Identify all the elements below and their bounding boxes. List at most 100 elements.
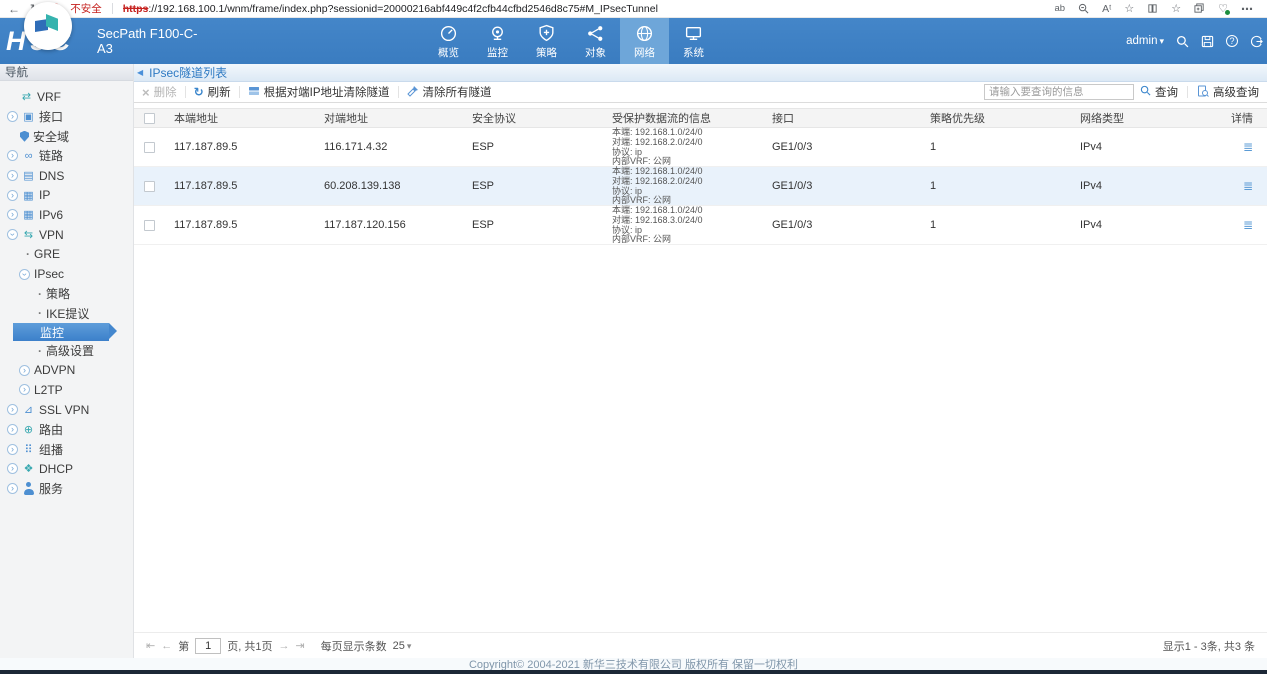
col-security-protocol[interactable]: 安全协议 (464, 110, 604, 126)
search-input[interactable] (984, 84, 1134, 100)
table-row[interactable]: 117.187.89.5 60.208.139.138 ESP 本端: 192.… (134, 167, 1267, 206)
expand-icon[interactable] (7, 424, 18, 435)
per-page-dropdown[interactable]: 25 (393, 640, 412, 652)
collections-icon[interactable] (1194, 3, 1205, 14)
sidebar-item-vrf[interactable]: VRF (0, 87, 133, 107)
tab-overview[interactable]: 概览 (424, 18, 473, 64)
expand-icon[interactable] (7, 483, 18, 494)
advanced-query-button[interactable]: 高级查询 (1197, 84, 1259, 100)
tab-network[interactable]: 网络 (620, 18, 669, 64)
expand-icon[interactable] (7, 190, 18, 201)
sidebar-item-dhcp[interactable]: DHCP (0, 459, 133, 479)
collapse-icon[interactable] (19, 269, 30, 280)
local-address: 117.187.89.5 (166, 180, 316, 192)
device-title: SecPath F100-C-A3 (97, 26, 209, 56)
col-policy-priority[interactable]: 策略优先级 (922, 110, 1072, 126)
sidebar-item-policy[interactable]: 策略 (0, 284, 133, 304)
sidebar-item-security-zone[interactable]: 安全域 (0, 126, 133, 146)
logout-icon[interactable] (1250, 35, 1263, 48)
expand-icon[interactable] (7, 150, 18, 161)
col-interface[interactable]: 接口 (764, 110, 922, 126)
browser-essentials-icon[interactable] (1218, 2, 1228, 15)
sidebar-item-advpn[interactable]: ADVPN (0, 360, 133, 380)
tab-system[interactable]: 系统 (669, 18, 718, 64)
details-icon[interactable] (1243, 140, 1253, 154)
browser-back-icon[interactable] (8, 2, 20, 16)
expand-icon[interactable] (19, 384, 30, 395)
table-row[interactable]: 117.187.89.5 117.187.120.156 ESP 本端: 192… (134, 206, 1267, 245)
refresh-button[interactable]: 刷新 (194, 84, 231, 100)
divider (239, 86, 240, 98)
address-bar[interactable]: https://192.168.100.1/wnm/frame/index.ph… (123, 3, 1045, 15)
favorites-bar-icon[interactable] (1171, 2, 1181, 15)
first-page-icon[interactable]: ⇤ (146, 639, 155, 652)
row-checkbox[interactable] (144, 142, 155, 153)
col-protected-flow[interactable]: 受保护数据流的信息 (604, 110, 764, 126)
app-header: H3C SecPath F100-C-A3 概览 监控 策略 对象 网络 系统 … (0, 18, 1267, 64)
favorites-icon[interactable] (1124, 2, 1134, 15)
expand-icon[interactable] (7, 444, 18, 455)
sidebar-item-advanced-settings[interactable]: 高级设置 (0, 341, 133, 361)
sidebar-item-link[interactable]: 链路 (0, 146, 133, 166)
last-page-icon[interactable]: ⇥ (295, 639, 304, 652)
url-rest: ://192.168.100.1/wnm/frame/index.php?ses… (148, 3, 658, 15)
details-icon[interactable] (1243, 179, 1253, 193)
page-number-input[interactable] (195, 638, 221, 654)
prev-page-icon[interactable]: ← (161, 640, 172, 652)
collapse-icon[interactable] (7, 229, 18, 240)
sidebar-item-vpn[interactable]: VPN (0, 225, 133, 245)
expand-icon[interactable] (7, 463, 18, 474)
sidebar-item-route[interactable]: 路由 (0, 420, 133, 440)
select-all-checkbox[interactable] (144, 113, 155, 124)
sidebar-item-ssl-vpn[interactable]: SSL VPN (0, 400, 133, 420)
clear-all-button[interactable]: 清除所有隧道 (407, 84, 492, 100)
sidebar-item-ipv6[interactable]: IPv6 (0, 205, 133, 225)
link-icon (22, 149, 35, 162)
app-badge-logo (24, 2, 72, 50)
col-peer-address[interactable]: 对端地址 (316, 110, 464, 126)
sidebar-item-service[interactable]: 服务 (0, 479, 133, 499)
tab-object[interactable]: 对象 (571, 18, 620, 64)
query-button[interactable]: 查询 (1140, 84, 1178, 100)
sidebar-item-interface[interactable]: 接口 (0, 107, 133, 127)
row-checkbox[interactable] (144, 220, 155, 231)
sidebar-item-ike-proposal[interactable]: IKE提议 (0, 304, 133, 324)
expand-icon[interactable] (7, 111, 18, 122)
security-protocol: ESP (464, 141, 604, 153)
row-checkbox[interactable] (144, 181, 155, 192)
interface: GE1/0/3 (764, 180, 922, 192)
zoom-out-icon[interactable] (1078, 3, 1089, 14)
translate-icon[interactable]: ab (1054, 3, 1065, 14)
security-label[interactable]: 不安全 (70, 1, 102, 16)
col-network-type[interactable]: 网络类型 (1072, 110, 1222, 126)
search-icon[interactable] (1176, 35, 1189, 48)
help-icon[interactable]: ? (1226, 35, 1238, 47)
settings-more-icon[interactable] (1241, 2, 1253, 16)
sidebar-item-monitor-selected[interactable]: 监控 (13, 323, 109, 341)
col-local-address[interactable]: 本端地址 (166, 110, 316, 126)
clear-by-peer-button[interactable]: 根据对端IP地址清除隧道 (248, 84, 390, 100)
save-icon[interactable] (1201, 35, 1214, 48)
expand-icon[interactable] (7, 170, 18, 181)
split-screen-icon[interactable] (1147, 3, 1158, 14)
tab-policy[interactable]: 策略 (522, 18, 571, 64)
footer-copyright: Copyright© 2004-2021 新华三技术有限公司 版权所有 保留一切… (0, 658, 1267, 670)
sidebar-item-gre[interactable]: GRE (0, 245, 133, 265)
read-aloud-icon[interactable] (1102, 3, 1111, 15)
sidebar-item-multicast[interactable]: 组播 (0, 439, 133, 459)
collapse-sidebar-icon[interactable] (137, 68, 143, 77)
sidebar-item-dns[interactable]: DNS (0, 166, 133, 186)
expand-icon[interactable] (19, 365, 30, 376)
sidebar-item-ipsec[interactable]: IPsec (0, 264, 133, 284)
details-icon[interactable] (1243, 218, 1253, 232)
next-page-icon[interactable]: → (278, 640, 289, 652)
table-row[interactable]: 117.187.89.5 116.171.4.32 ESP 本端: 192.16… (134, 128, 1267, 167)
delete-button[interactable]: 删除 (142, 84, 177, 100)
expand-icon[interactable] (7, 404, 18, 415)
expand-icon[interactable] (7, 209, 18, 220)
sidebar-item-ip[interactable]: IP (0, 185, 133, 205)
local-address: 117.187.89.5 (166, 141, 316, 153)
user-menu[interactable]: admin (1126, 35, 1164, 47)
tab-monitor[interactable]: 监控 (473, 18, 522, 64)
sidebar-item-l2tp[interactable]: L2TP (0, 380, 133, 400)
